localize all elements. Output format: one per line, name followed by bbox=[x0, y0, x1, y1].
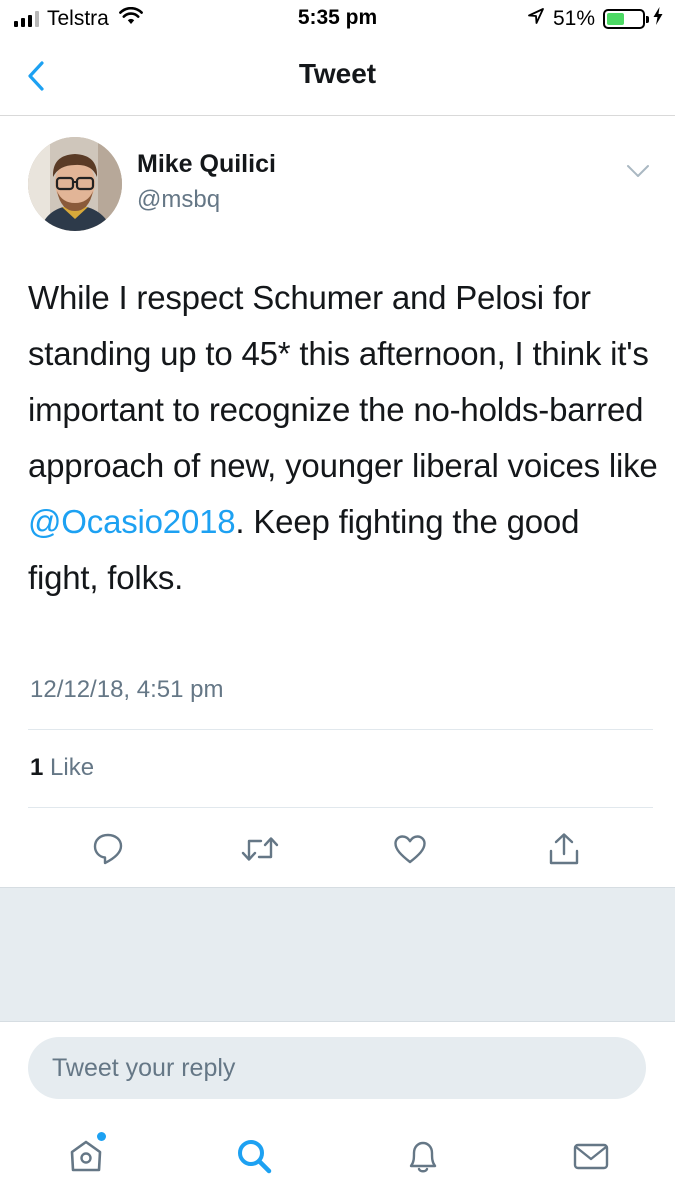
share-button[interactable] bbox=[540, 825, 588, 873]
page-title: Tweet bbox=[298, 58, 377, 89]
divider bbox=[28, 807, 653, 808]
author-handle[interactable]: @msbq bbox=[137, 186, 220, 214]
tab-home[interactable] bbox=[58, 1128, 114, 1184]
bell-icon bbox=[409, 1141, 437, 1173]
tab-notifications[interactable] bbox=[395, 1128, 451, 1184]
tweet-text: While I respect Schumer and Pelosi for s… bbox=[28, 270, 658, 606]
replies-area bbox=[0, 887, 675, 1022]
reply-button[interactable] bbox=[84, 825, 132, 873]
share-icon bbox=[549, 833, 579, 865]
retweet-button[interactable] bbox=[236, 825, 284, 873]
tweet-actions bbox=[0, 825, 675, 873]
search-icon bbox=[238, 1140, 272, 1174]
reply-placeholder: Tweet your reply bbox=[52, 1053, 236, 1082]
nav-bar: Tweet bbox=[0, 40, 675, 116]
status-bar: Telstra 5:35 pm 51% bbox=[0, 0, 675, 40]
like-count-label: Like bbox=[50, 754, 95, 781]
status-right: 51% bbox=[527, 6, 663, 32]
tab-search[interactable] bbox=[226, 1128, 282, 1184]
charging-icon bbox=[653, 7, 663, 31]
reply-icon bbox=[93, 833, 123, 865]
tweet-detail-screen: Telstra 5:35 pm 51% Tweet Mike Quilici @… bbox=[0, 0, 675, 1200]
like-button[interactable] bbox=[386, 825, 434, 873]
mention-link[interactable]: @Ocasio2018 bbox=[28, 503, 236, 540]
tweet-timestamp: 12/12/18, 4:51 pm bbox=[30, 676, 224, 703]
battery-percent: 51% bbox=[552, 7, 595, 30]
tab-messages[interactable] bbox=[563, 1128, 619, 1184]
tab-bar bbox=[0, 1120, 675, 1200]
divider bbox=[28, 729, 653, 730]
retweet-icon bbox=[241, 837, 279, 861]
author-name[interactable]: Mike Quilici bbox=[137, 150, 276, 179]
heart-icon bbox=[394, 835, 426, 864]
chevron-down-icon bbox=[627, 165, 649, 177]
tweet-text-body: While I respect Schumer and Pelosi for s… bbox=[28, 279, 658, 484]
tweet-options-button[interactable] bbox=[623, 156, 653, 186]
reply-input[interactable]: Tweet your reply bbox=[28, 1037, 646, 1099]
likes-count[interactable]: 1 Like bbox=[30, 754, 94, 782]
home-icon bbox=[70, 1140, 102, 1172]
battery-icon bbox=[603, 9, 649, 29]
like-count-number: 1 bbox=[30, 754, 44, 781]
location-icon bbox=[527, 7, 545, 31]
notification-dot bbox=[97, 1132, 106, 1141]
mail-icon bbox=[573, 1143, 609, 1170]
avatar[interactable] bbox=[28, 137, 122, 231]
